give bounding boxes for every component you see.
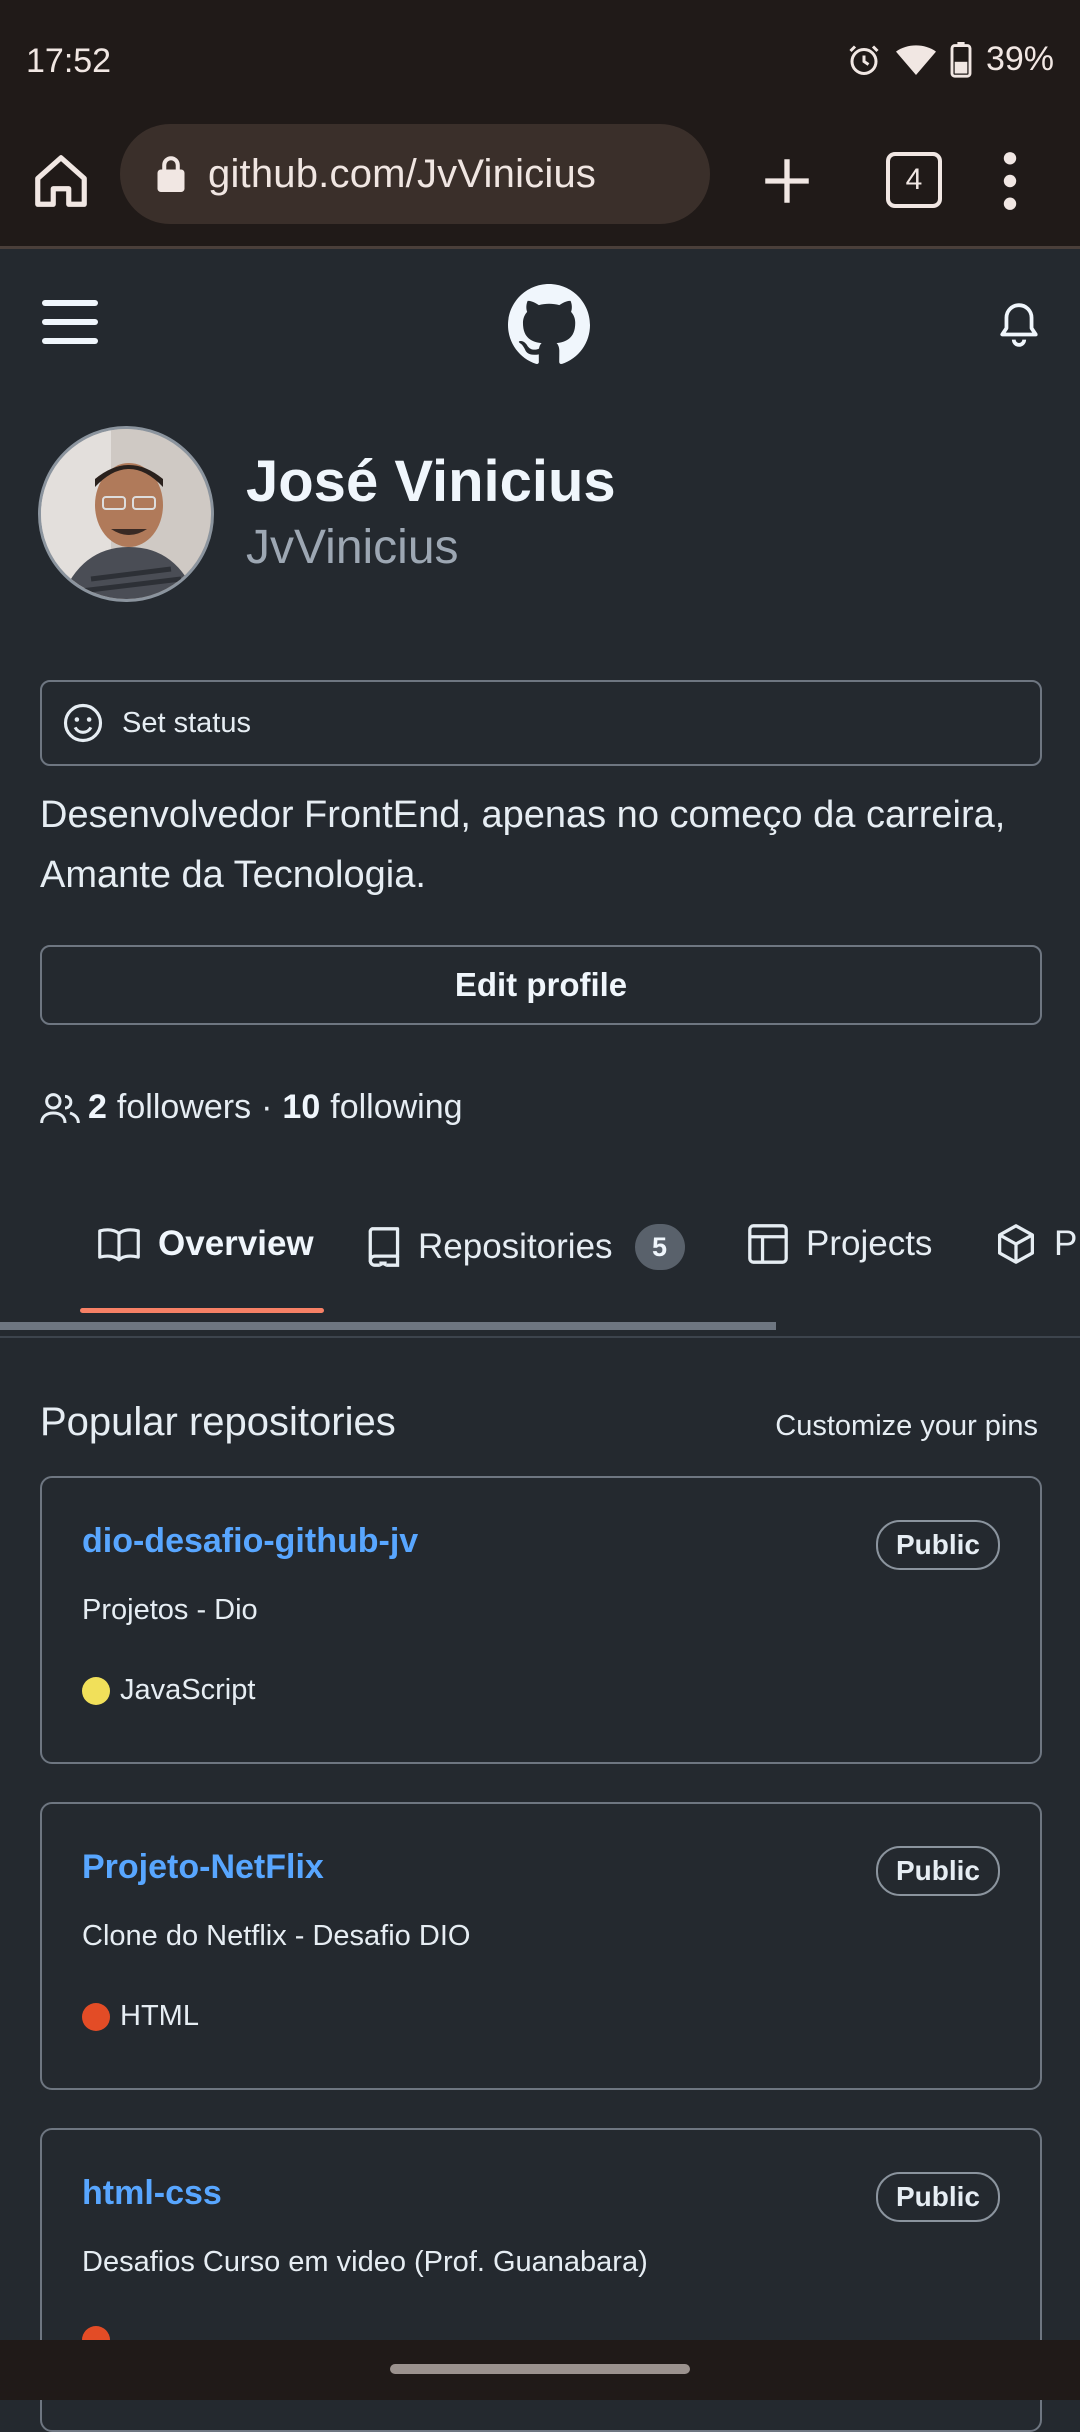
new-tab-icon[interactable] — [758, 152, 816, 210]
repo-icon — [368, 1227, 400, 1267]
status-icons: 39% — [846, 40, 1054, 79]
set-status-button[interactable]: Set status — [40, 680, 1042, 766]
visibility-badge: Public — [875, 2172, 1000, 2222]
url-text: github.com/JvVinicius — [208, 151, 597, 196]
repo-name-link[interactable]: dio-desafio-github-jv — [82, 1522, 418, 1561]
repo-language: JavaScript — [82, 1674, 255, 1707]
table-icon — [748, 1224, 788, 1264]
repo-description: Clone do Netflix - Desafio DIO — [82, 1920, 471, 1952]
tab-packages-label: P — [1054, 1224, 1078, 1263]
popular-repos-title: Popular repositories — [40, 1400, 396, 1444]
follow-stats: 2 followers · 10 following — [40, 1088, 463, 1127]
people-icon — [40, 1092, 80, 1123]
following-count: 10 — [282, 1088, 321, 1126]
follow-separator: · — [261, 1088, 273, 1126]
repo-card: dio-desafio-github-jv Public Projetos - … — [40, 1476, 1042, 1764]
tab-repositories-label: Repositories — [418, 1227, 613, 1266]
smiley-icon — [63, 703, 103, 743]
more-vert-icon[interactable] — [990, 150, 1030, 212]
profile-bio: Desenvolvedor FrontEnd, apenas no começo… — [40, 794, 1006, 896]
repo-card: Projeto-NetFlix Public Clone do Netflix … — [40, 1802, 1042, 2090]
repo-description: Projetos - Dio — [82, 1594, 258, 1626]
system-nav-bar — [0, 2340, 1080, 2400]
edit-profile-label: Edit profile — [454, 966, 628, 1003]
address-bar[interactable]: github.com/JvVinicius — [120, 124, 710, 224]
profile-tabs: Overview Repositories 5 Projects P — [0, 1200, 1080, 1338]
followers-link[interactable]: 2 followers — [88, 1088, 251, 1127]
visibility-badge: Public — [875, 1520, 1000, 1570]
customize-pins-link[interactable]: Customize your pins — [775, 1410, 1038, 1443]
repo-name-link[interactable]: html-css — [82, 2174, 222, 2213]
tab-overview-label: Overview — [158, 1224, 314, 1263]
status-bar: 17:52 39% — [0, 0, 1080, 124]
set-status-label: Set status — [122, 706, 251, 739]
battery-percent: 39% — [985, 40, 1054, 78]
hamburger-menu-icon[interactable] — [42, 299, 98, 345]
following-link[interactable]: 10 following — [282, 1088, 462, 1127]
profile-name: José Vinicius — [246, 449, 616, 514]
followers-label: followers — [116, 1088, 252, 1126]
gesture-handle[interactable] — [390, 2364, 690, 2374]
profile-login: JvVinicius — [246, 521, 459, 574]
tab-projects[interactable]: Projects — [748, 1224, 932, 1264]
alarm-icon — [849, 44, 879, 75]
package-icon — [998, 1224, 1034, 1264]
lock-icon — [157, 156, 185, 192]
language-name: HTML — [120, 2000, 199, 2032]
home-icon[interactable] — [30, 150, 92, 212]
language-color-dot — [82, 2002, 110, 2031]
language-name: JavaScript — [120, 1674, 256, 1706]
avatar-photo — [41, 429, 211, 599]
status-time: 17:52 — [26, 42, 112, 80]
bell-icon[interactable] — [998, 301, 1040, 347]
edit-profile-button[interactable]: Edit profile — [40, 945, 1042, 1025]
tab-packages[interactable]: P — [996, 1224, 1077, 1264]
tab-repositories[interactable]: Repositories 5 — [366, 1224, 685, 1270]
following-label: following — [330, 1088, 463, 1126]
battery-icon — [950, 41, 972, 78]
tab-count: 4 — [905, 163, 923, 196]
followers-count: 2 — [88, 1088, 107, 1126]
book-icon — [98, 1228, 140, 1262]
github-logo-icon[interactable] — [508, 284, 590, 366]
repo-language: HTML — [82, 2000, 199, 2033]
tab-switcher-button[interactable]: 4 — [886, 152, 942, 208]
tab-overview[interactable]: Overview — [98, 1224, 314, 1264]
repositories-counter: 5 — [634, 1224, 685, 1270]
repo-description: Desafios Curso em video (Prof. Guanabara… — [82, 2246, 648, 2278]
avatar[interactable] — [38, 426, 214, 602]
repo-name-link[interactable]: Projeto-NetFlix — [82, 1848, 324, 1887]
github-header — [0, 249, 1080, 394]
tab-projects-label: Projects — [806, 1224, 933, 1263]
language-color-dot — [82, 1676, 110, 1705]
wifi-icon — [895, 44, 936, 75]
browser-toolbar: github.com/JvVinicius 4 — [0, 124, 1080, 249]
tabs-scrollbar[interactable] — [0, 1322, 776, 1330]
active-tab-indicator — [80, 1308, 324, 1313]
visibility-badge: Public — [875, 1846, 1000, 1896]
